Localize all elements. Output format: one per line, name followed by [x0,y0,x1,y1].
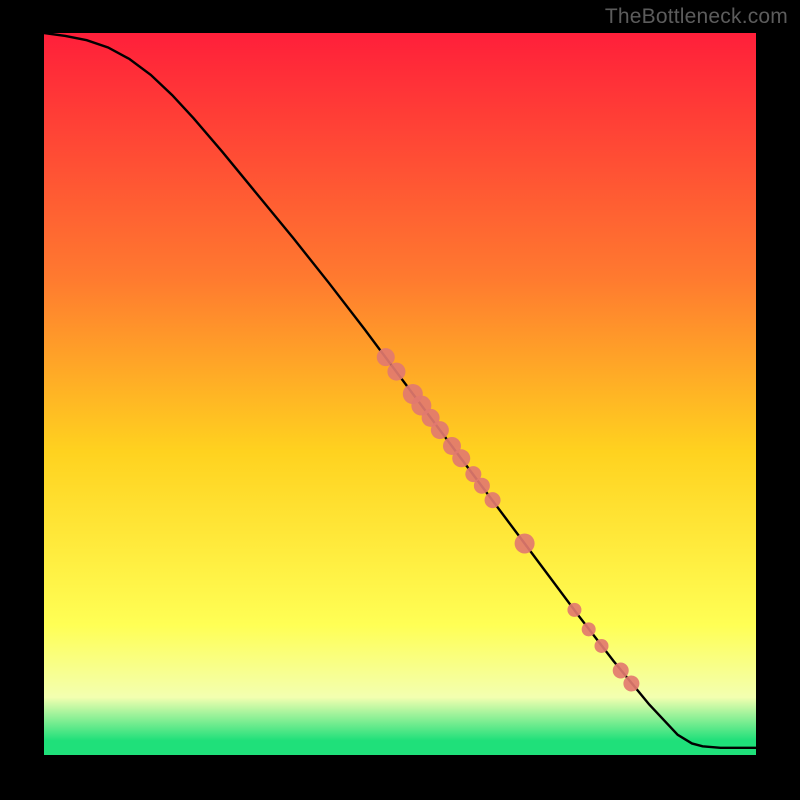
highlight-dot [387,363,405,381]
highlight-dot [567,603,581,617]
highlight-dot [431,421,449,439]
plot-background [44,33,756,755]
bottleneck-chart [0,0,800,800]
highlight-dot [377,348,395,366]
highlight-dot [582,622,596,636]
highlight-dot [623,676,639,692]
highlight-dot [613,663,629,679]
highlight-dot [485,492,501,508]
highlight-dot [515,533,535,553]
highlight-dot [595,639,609,653]
chart-stage: TheBottleneck.com [0,0,800,800]
highlight-dot [452,449,470,467]
highlight-dot [474,478,490,494]
